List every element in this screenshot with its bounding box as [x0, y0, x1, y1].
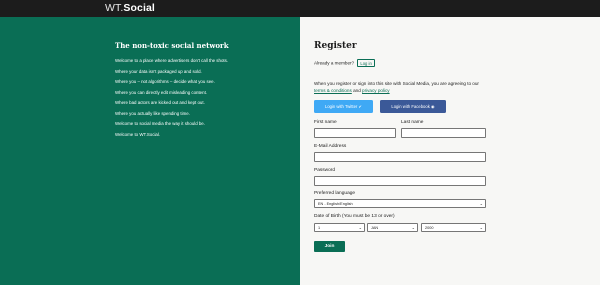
already-member-row: Already a member? Log in [314, 59, 375, 67]
agreement-text: When you register or sign into this site… [314, 81, 489, 94]
last-name-label: Last name [401, 120, 424, 125]
first-name-input[interactable] [314, 128, 396, 138]
password-input[interactable] [314, 176, 486, 186]
intro-title: The non-toxic social network [115, 41, 229, 50]
join-button[interactable]: Join [314, 241, 345, 252]
chevron-down-icon: ⌄ [358, 225, 362, 230]
intro-line: Where you actually like spending time. [115, 110, 190, 116]
first-name-label: First name [314, 120, 337, 125]
password-label: Password [314, 168, 336, 173]
intro-lines: Welcome to a place where advertisers don… [115, 56, 228, 140]
language-label: Preferred language [314, 191, 356, 196]
intro-line: Welcome to social media the way it shoul… [115, 121, 205, 126]
intro-line: Where bad actors are kicked out and kept… [115, 100, 205, 105]
logo-wt-text: WT. [105, 2, 124, 14]
dob-year-select[interactable]: 2000 ⌄ [421, 223, 486, 232]
agreement-and: and [353, 87, 361, 93]
chevron-down-icon: ⌄ [479, 201, 483, 206]
login-with-facebook-button[interactable]: Login with Facebook ◉ [380, 100, 446, 113]
terms-link[interactable]: terms & conditions [314, 88, 352, 93]
intro-line: Welcome to WT.Social. [115, 131, 161, 137]
register-panel: Register Already a member? Log in When y… [300, 17, 600, 285]
intro-line: Welcome to a place where advertisers don… [115, 58, 229, 63]
email-input[interactable] [314, 152, 486, 162]
intro-panel: The non-toxic social network Welcome to … [0, 17, 300, 285]
register-title: Register [314, 41, 357, 51]
dob-year-value: 2000 [425, 226, 434, 230]
logo-social-text: Social [123, 2, 155, 14]
last-name-input[interactable] [401, 128, 486, 138]
already-member-text: Already a member? [314, 60, 355, 66]
wt-social-logo[interactable]: WT.Social [105, 2, 155, 14]
agreement-prefix: When you register or sign into this site… [314, 81, 479, 86]
intro-line: Where your data isn't packaged up and so… [115, 68, 202, 74]
privacy-policy-link[interactable]: privacy policy [362, 88, 390, 93]
language-selected-value: EN - English/English [318, 202, 353, 206]
dob-label: Date of Birth (You must be 13 or over) [314, 214, 395, 219]
language-select[interactable]: EN - English/English ⌄ [314, 199, 486, 208]
intro-line: Where you – not algorithms – decide what… [115, 79, 215, 84]
dob-day-value: 1 [318, 226, 321, 230]
login-button[interactable]: Log in [357, 59, 375, 67]
dob-month-value: JAN [371, 226, 379, 230]
dob-day-select[interactable]: 1 ⌄ [314, 223, 365, 232]
top-bar: WT.Social [0, 0, 600, 17]
login-with-twitter-button[interactable]: Login with Twitter ✔ [314, 100, 373, 113]
chevron-down-icon: ⌄ [411, 225, 415, 230]
chevron-down-icon: ⌄ [479, 225, 483, 230]
dob-month-select[interactable]: JAN ⌄ [367, 223, 418, 232]
email-label: E-Mail Address [314, 144, 347, 149]
intro-line: Where you can directly edit misleading c… [115, 89, 208, 95]
